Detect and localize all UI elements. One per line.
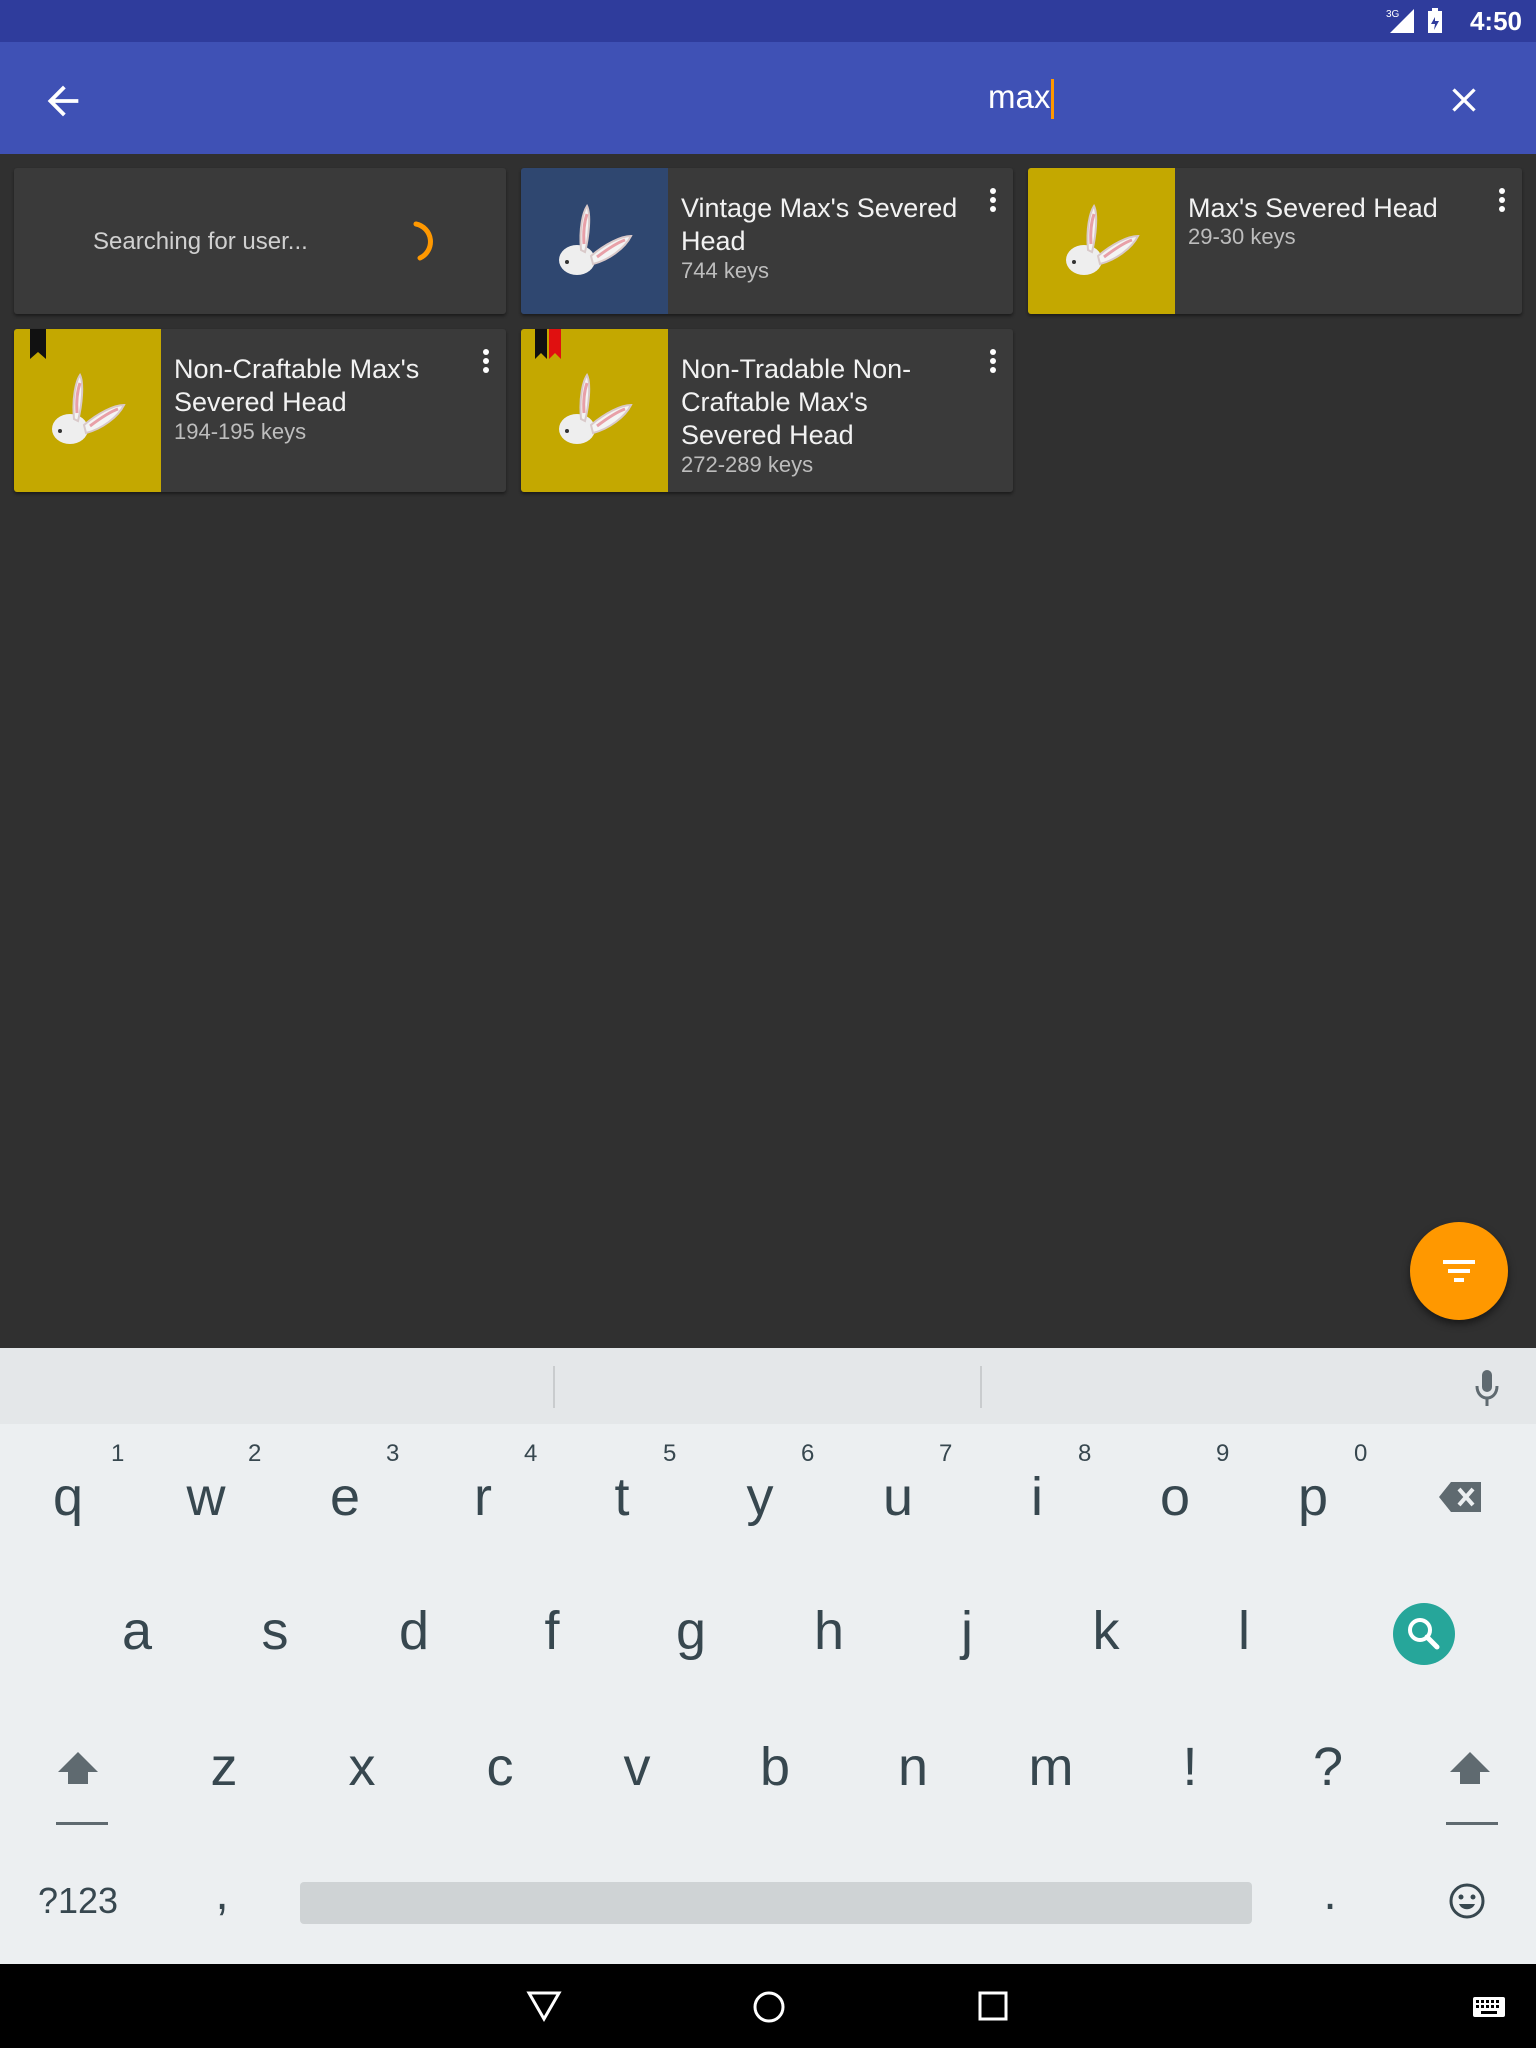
key-hint: 3 bbox=[386, 1440, 400, 1467]
nav-back-icon[interactable] bbox=[526, 1990, 562, 2022]
key-l[interactable]: l bbox=[1204, 1600, 1284, 1662]
bunny-head-icon bbox=[1066, 204, 1140, 275]
suggestion-divider bbox=[553, 1366, 555, 1408]
nav-recents-icon[interactable] bbox=[978, 1991, 1008, 2021]
suggestion-strip bbox=[0, 1348, 1536, 1424]
user-search-card: Searching for user... bbox=[14, 168, 506, 314]
key-hint: 0 bbox=[1354, 1440, 1368, 1467]
key-d[interactable]: d bbox=[374, 1600, 454, 1662]
more-options-icon[interactable] bbox=[985, 347, 1001, 375]
key-f[interactable]: f bbox=[512, 1600, 592, 1662]
key-comma[interactable]: , bbox=[182, 1866, 262, 1921]
item-title: Non-Tradable Non-Craftable Max's Severed… bbox=[681, 354, 912, 450]
text-caret bbox=[1051, 79, 1055, 120]
key-hint: 7 bbox=[939, 1440, 953, 1467]
signal-icon: 3G bbox=[1386, 9, 1414, 33]
result-card[interactable]: Non-Craftable Max's Severed Head 194-195… bbox=[14, 329, 506, 492]
microphone-icon[interactable] bbox=[1472, 1368, 1502, 1408]
status-bar: 3G 4:50 bbox=[0, 0, 1536, 42]
battery-icon bbox=[1428, 8, 1442, 33]
key-hint: 5 bbox=[663, 1440, 677, 1467]
result-card[interactable]: Non-Tradable Non-Craftable Max's Severed… bbox=[521, 329, 1013, 492]
key-j[interactable]: j bbox=[927, 1600, 1007, 1662]
loading-spinner-icon bbox=[413, 221, 433, 261]
key-hint: 9 bbox=[1216, 1440, 1230, 1467]
filter-icon bbox=[1443, 1260, 1475, 1282]
key-question[interactable]: ? bbox=[1288, 1736, 1368, 1798]
key-u[interactable]: u bbox=[858, 1466, 938, 1528]
key-o[interactable]: o bbox=[1135, 1466, 1215, 1528]
craftable-ribbon-icon bbox=[30, 329, 46, 359]
bunny-head-icon bbox=[559, 204, 633, 275]
item-price: 272-289 keys bbox=[681, 452, 814, 477]
search-query: max bbox=[988, 78, 1051, 115]
key-h[interactable]: h bbox=[789, 1600, 869, 1662]
key-r[interactable]: r bbox=[443, 1466, 523, 1528]
item-thumbnail bbox=[1028, 168, 1175, 314]
more-options-icon[interactable] bbox=[1494, 186, 1510, 214]
key-hint: 2 bbox=[248, 1440, 262, 1467]
key-z[interactable]: z bbox=[184, 1736, 264, 1798]
item-title: Vintage Max's Severed Head bbox=[681, 193, 958, 256]
key-v[interactable]: v bbox=[597, 1736, 677, 1798]
key-s[interactable]: s bbox=[235, 1600, 315, 1662]
item-thumbnail bbox=[521, 168, 668, 314]
system-nav-bar bbox=[0, 1964, 1536, 2048]
shift-indicator bbox=[56, 1822, 108, 1825]
key-m[interactable]: m bbox=[1011, 1736, 1091, 1798]
key-p[interactable]: p bbox=[1273, 1466, 1353, 1528]
key-b[interactable]: b bbox=[735, 1736, 815, 1798]
result-card[interactable]: Vintage Max's Severed Head 744 keys bbox=[521, 168, 1013, 314]
back-arrow-icon[interactable] bbox=[40, 78, 86, 124]
restriction-ribbons-icon bbox=[535, 329, 561, 359]
key-exclamation[interactable]: ! bbox=[1150, 1736, 1230, 1798]
backspace-icon[interactable] bbox=[1437, 1480, 1483, 1514]
key-i[interactable]: i bbox=[997, 1466, 1077, 1528]
key-a[interactable]: a bbox=[97, 1600, 177, 1662]
result-card[interactable]: Max's Severed Head 29-30 keys bbox=[1028, 168, 1522, 314]
shift-indicator bbox=[1446, 1822, 1498, 1825]
key-x[interactable]: x bbox=[322, 1736, 402, 1798]
shift-right-icon[interactable] bbox=[1446, 1750, 1494, 1786]
key-e[interactable]: e bbox=[305, 1466, 385, 1528]
more-options-icon[interactable] bbox=[478, 347, 494, 375]
filter-fab-button[interactable] bbox=[1410, 1222, 1508, 1320]
key-n[interactable]: n bbox=[873, 1736, 953, 1798]
item-price: 29-30 keys bbox=[1188, 224, 1296, 249]
item-price: 744 keys bbox=[681, 258, 770, 283]
nav-home-icon[interactable] bbox=[752, 1990, 786, 2024]
item-price: 194-195 keys bbox=[174, 419, 307, 444]
key-w[interactable]: w bbox=[166, 1466, 246, 1528]
svg-text:3G: 3G bbox=[1386, 9, 1400, 20]
emoji-icon[interactable] bbox=[1448, 1882, 1486, 1920]
key-y[interactable]: y bbox=[720, 1466, 800, 1528]
keyboard-search-button[interactable] bbox=[1393, 1603, 1455, 1665]
user-search-label: Searching for user... bbox=[93, 228, 308, 255]
search-toolbar: max bbox=[0, 42, 1536, 154]
key-g[interactable]: g bbox=[651, 1600, 731, 1662]
shift-left-icon[interactable] bbox=[54, 1750, 102, 1786]
item-title: Max's Severed Head bbox=[1188, 193, 1438, 223]
key-q[interactable]: q bbox=[28, 1466, 108, 1528]
status-time: 4:50 bbox=[1469, 6, 1522, 36]
key-k[interactable]: k bbox=[1066, 1600, 1146, 1662]
status-icons: 3G bbox=[1386, 7, 1444, 35]
key-hint: 8 bbox=[1078, 1440, 1092, 1467]
suggestion-divider bbox=[980, 1366, 982, 1408]
space-bar[interactable] bbox=[300, 1882, 1252, 1924]
key-hint: 4 bbox=[524, 1440, 538, 1467]
item-title: Non-Craftable Max's Severed Head bbox=[174, 354, 420, 417]
key-t[interactable]: t bbox=[582, 1466, 662, 1528]
symbols-key[interactable]: ?123 bbox=[26, 1880, 130, 1922]
key-c[interactable]: c bbox=[460, 1736, 540, 1798]
search-input[interactable]: max bbox=[988, 78, 1055, 120]
key-hint: 1 bbox=[111, 1440, 125, 1467]
key-period[interactable]: . bbox=[1290, 1866, 1370, 1921]
clear-search-icon[interactable] bbox=[1444, 80, 1484, 120]
more-options-icon[interactable] bbox=[985, 186, 1001, 214]
search-icon bbox=[1408, 1618, 1440, 1650]
keyboard-switch-icon[interactable] bbox=[1472, 1996, 1506, 2018]
key-hint: 6 bbox=[801, 1440, 815, 1467]
